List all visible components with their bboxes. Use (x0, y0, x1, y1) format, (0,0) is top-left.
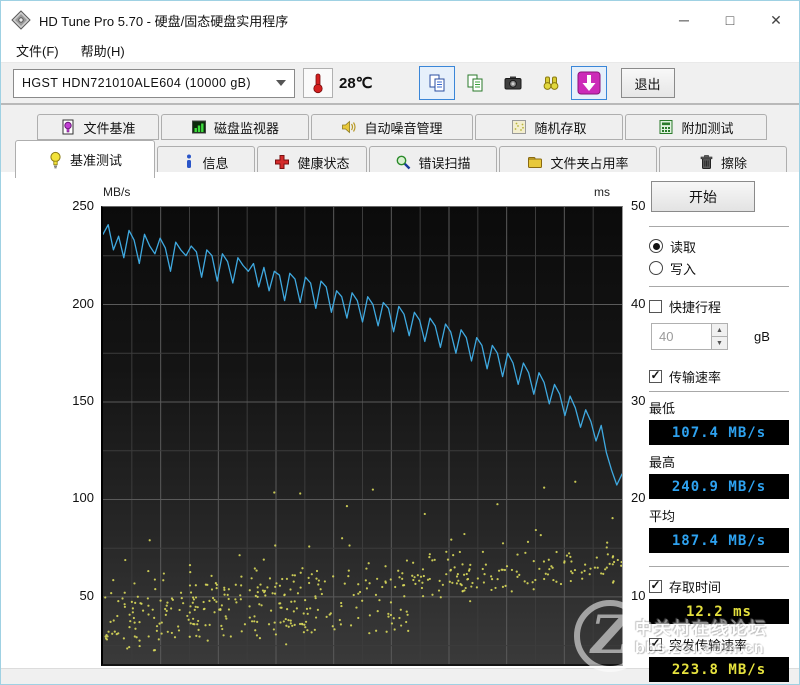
monitor-chart-icon (191, 119, 207, 135)
random-dots-icon (511, 119, 527, 135)
update-button[interactable] (571, 66, 607, 100)
window-title: HD Tune Pro 5.70 - 硬盘/固态硬盘实用程序 (39, 11, 288, 30)
benchmark-plot (101, 206, 623, 666)
left-tick: 200 (44, 296, 94, 311)
tab-file-benchmark[interactable]: 文件基准 (37, 114, 159, 140)
copy-clipboard-button[interactable] (419, 66, 455, 100)
copy-pages-green-icon (465, 73, 485, 93)
copy-text-button[interactable] (457, 66, 493, 100)
drive-select[interactable]: HGST HDN721010ALE604 (10000 gB) (13, 69, 295, 98)
access-time-label: 存取时间 (669, 577, 721, 596)
tab-benchmark-active[interactable]: 基准测试 (15, 140, 155, 178)
save-screenshot-button[interactable] (533, 66, 569, 100)
tab-label: 自动噪音管理 (364, 118, 442, 137)
magnifier-icon (395, 154, 411, 170)
write-radio-label: 写入 (670, 259, 696, 278)
drive-select-value: HGST HDN721010ALE604 (10000 gB) (22, 76, 251, 90)
exit-button[interactable]: 退出 (621, 68, 675, 98)
capacity-input[interactable]: 40 (651, 323, 711, 350)
menubar: 文件(F) 帮助(H) (1, 39, 799, 63)
avg-value-display: 187.4 MB/s (649, 528, 789, 553)
tab-random-access[interactable]: 随机存取 (475, 114, 623, 140)
app-icon (11, 10, 31, 30)
left-axis-unit: MB/s (103, 185, 130, 199)
access-time-checkbox[interactable] (649, 580, 662, 593)
health-cross-icon (274, 154, 290, 170)
minimize-button[interactable]: ─ (661, 1, 707, 39)
min-label: 最低 (649, 398, 791, 417)
tab-label: 磁盘监视器 (214, 118, 279, 137)
temperature-value: 28℃ (339, 74, 373, 92)
download-update-icon (577, 71, 601, 95)
benchmark-controls: 开始 读取 写入 快捷行程 40 ▲ ▼ gB (649, 179, 791, 682)
left-tick: 250 (44, 198, 94, 213)
read-radio[interactable] (649, 239, 663, 253)
short-stroke-row[interactable]: 快捷行程 (649, 297, 791, 315)
tab-label: 擦除 (721, 153, 747, 172)
transfer-rate-label: 传输速率 (669, 367, 721, 386)
stepper-up-icon[interactable]: ▲ (711, 323, 728, 337)
binoculars-icon (541, 73, 561, 93)
min-value-display: 107.4 MB/s (649, 420, 789, 445)
tab-disk-monitor[interactable]: 磁盘监视器 (161, 114, 309, 140)
tab-label: 信息 (202, 153, 228, 172)
camera-icon (503, 73, 523, 93)
left-tick: 150 (44, 393, 94, 408)
tab-strip: 文件基准 磁盘监视器 自动噪音管理 (1, 105, 799, 173)
trash-icon (699, 154, 714, 170)
transfer-rate-row[interactable]: 传输速率 (649, 367, 791, 385)
transfer-rate-checkbox[interactable] (649, 370, 662, 383)
tab-aam[interactable]: 自动噪音管理 (311, 114, 473, 140)
access-time-display: 12.2 ms (649, 599, 789, 624)
tab-label: 随机存取 (534, 118, 586, 137)
tab-label: 文件基准 (83, 118, 135, 137)
start-button[interactable]: 开始 (651, 181, 755, 212)
right-axis-unit: ms (594, 185, 610, 199)
tab-label: 基准测试 (70, 150, 122, 169)
short-stroke-checkbox[interactable] (649, 300, 662, 313)
speaker-icon (341, 119, 357, 135)
copy-pages-blue-icon (427, 73, 447, 93)
menu-file[interactable]: 文件(F) (6, 38, 69, 63)
burst-rate-checkbox[interactable] (649, 638, 662, 651)
titlebar: HD Tune Pro 5.70 - 硬盘/固态硬盘实用程序 ─ □ ✕ (1, 1, 799, 39)
read-radio-label: 读取 (670, 237, 696, 256)
temperature-button[interactable] (303, 68, 333, 98)
thermometer-icon (309, 72, 327, 94)
avg-label: 平均 (649, 506, 791, 525)
capacity-stepper[interactable]: ▲ ▼ (711, 323, 728, 350)
info-icon (183, 154, 195, 170)
close-button[interactable]: ✕ (753, 1, 799, 39)
left-tick: 100 (44, 490, 94, 505)
chevron-down-icon (276, 80, 286, 86)
read-radio-row[interactable]: 读取 (649, 237, 791, 255)
tab-label: 健康状态 (297, 153, 349, 172)
max-value-display: 240.9 MB/s (649, 474, 789, 499)
tab-label: 文件夹占用率 (550, 153, 628, 172)
extra-tests-icon (658, 119, 674, 135)
burst-rate-display: 223.8 MB/s (649, 657, 789, 682)
toolbar: HGST HDN721010ALE604 (10000 gB) 28℃ (1, 63, 799, 105)
short-stroke-label: 快捷行程 (669, 297, 721, 316)
burst-rate-row[interactable]: 突发传输速率 (649, 635, 791, 653)
left-tick: 50 (44, 588, 94, 603)
max-label: 最高 (649, 452, 791, 471)
folder-icon (527, 154, 543, 170)
doc-bulb-icon (60, 119, 76, 135)
tab-extra-tests[interactable]: 附加测试 (625, 114, 767, 140)
write-radio[interactable] (649, 261, 663, 275)
burst-rate-label: 突发传输速率 (669, 635, 747, 654)
maximize-button[interactable]: □ (707, 1, 753, 39)
stepper-down-icon[interactable]: ▼ (711, 337, 728, 350)
menu-help[interactable]: 帮助(H) (71, 38, 135, 63)
hd-tune-window: HD Tune Pro 5.70 - 硬盘/固态硬盘实用程序 ─ □ ✕ 文件(… (0, 0, 800, 685)
benchmark-page: MB/s ms 250 200 150 100 50 50 40 30 20 1… (1, 172, 799, 668)
screenshot-button[interactable] (495, 66, 531, 100)
tab-label: 附加测试 (681, 118, 733, 137)
capacity-unit: gB (754, 329, 770, 344)
access-time-row[interactable]: 存取时间 (649, 577, 791, 595)
tab-label: 错误扫描 (418, 153, 470, 172)
bulb-icon (48, 151, 63, 169)
write-radio-row[interactable]: 写入 (649, 259, 791, 277)
